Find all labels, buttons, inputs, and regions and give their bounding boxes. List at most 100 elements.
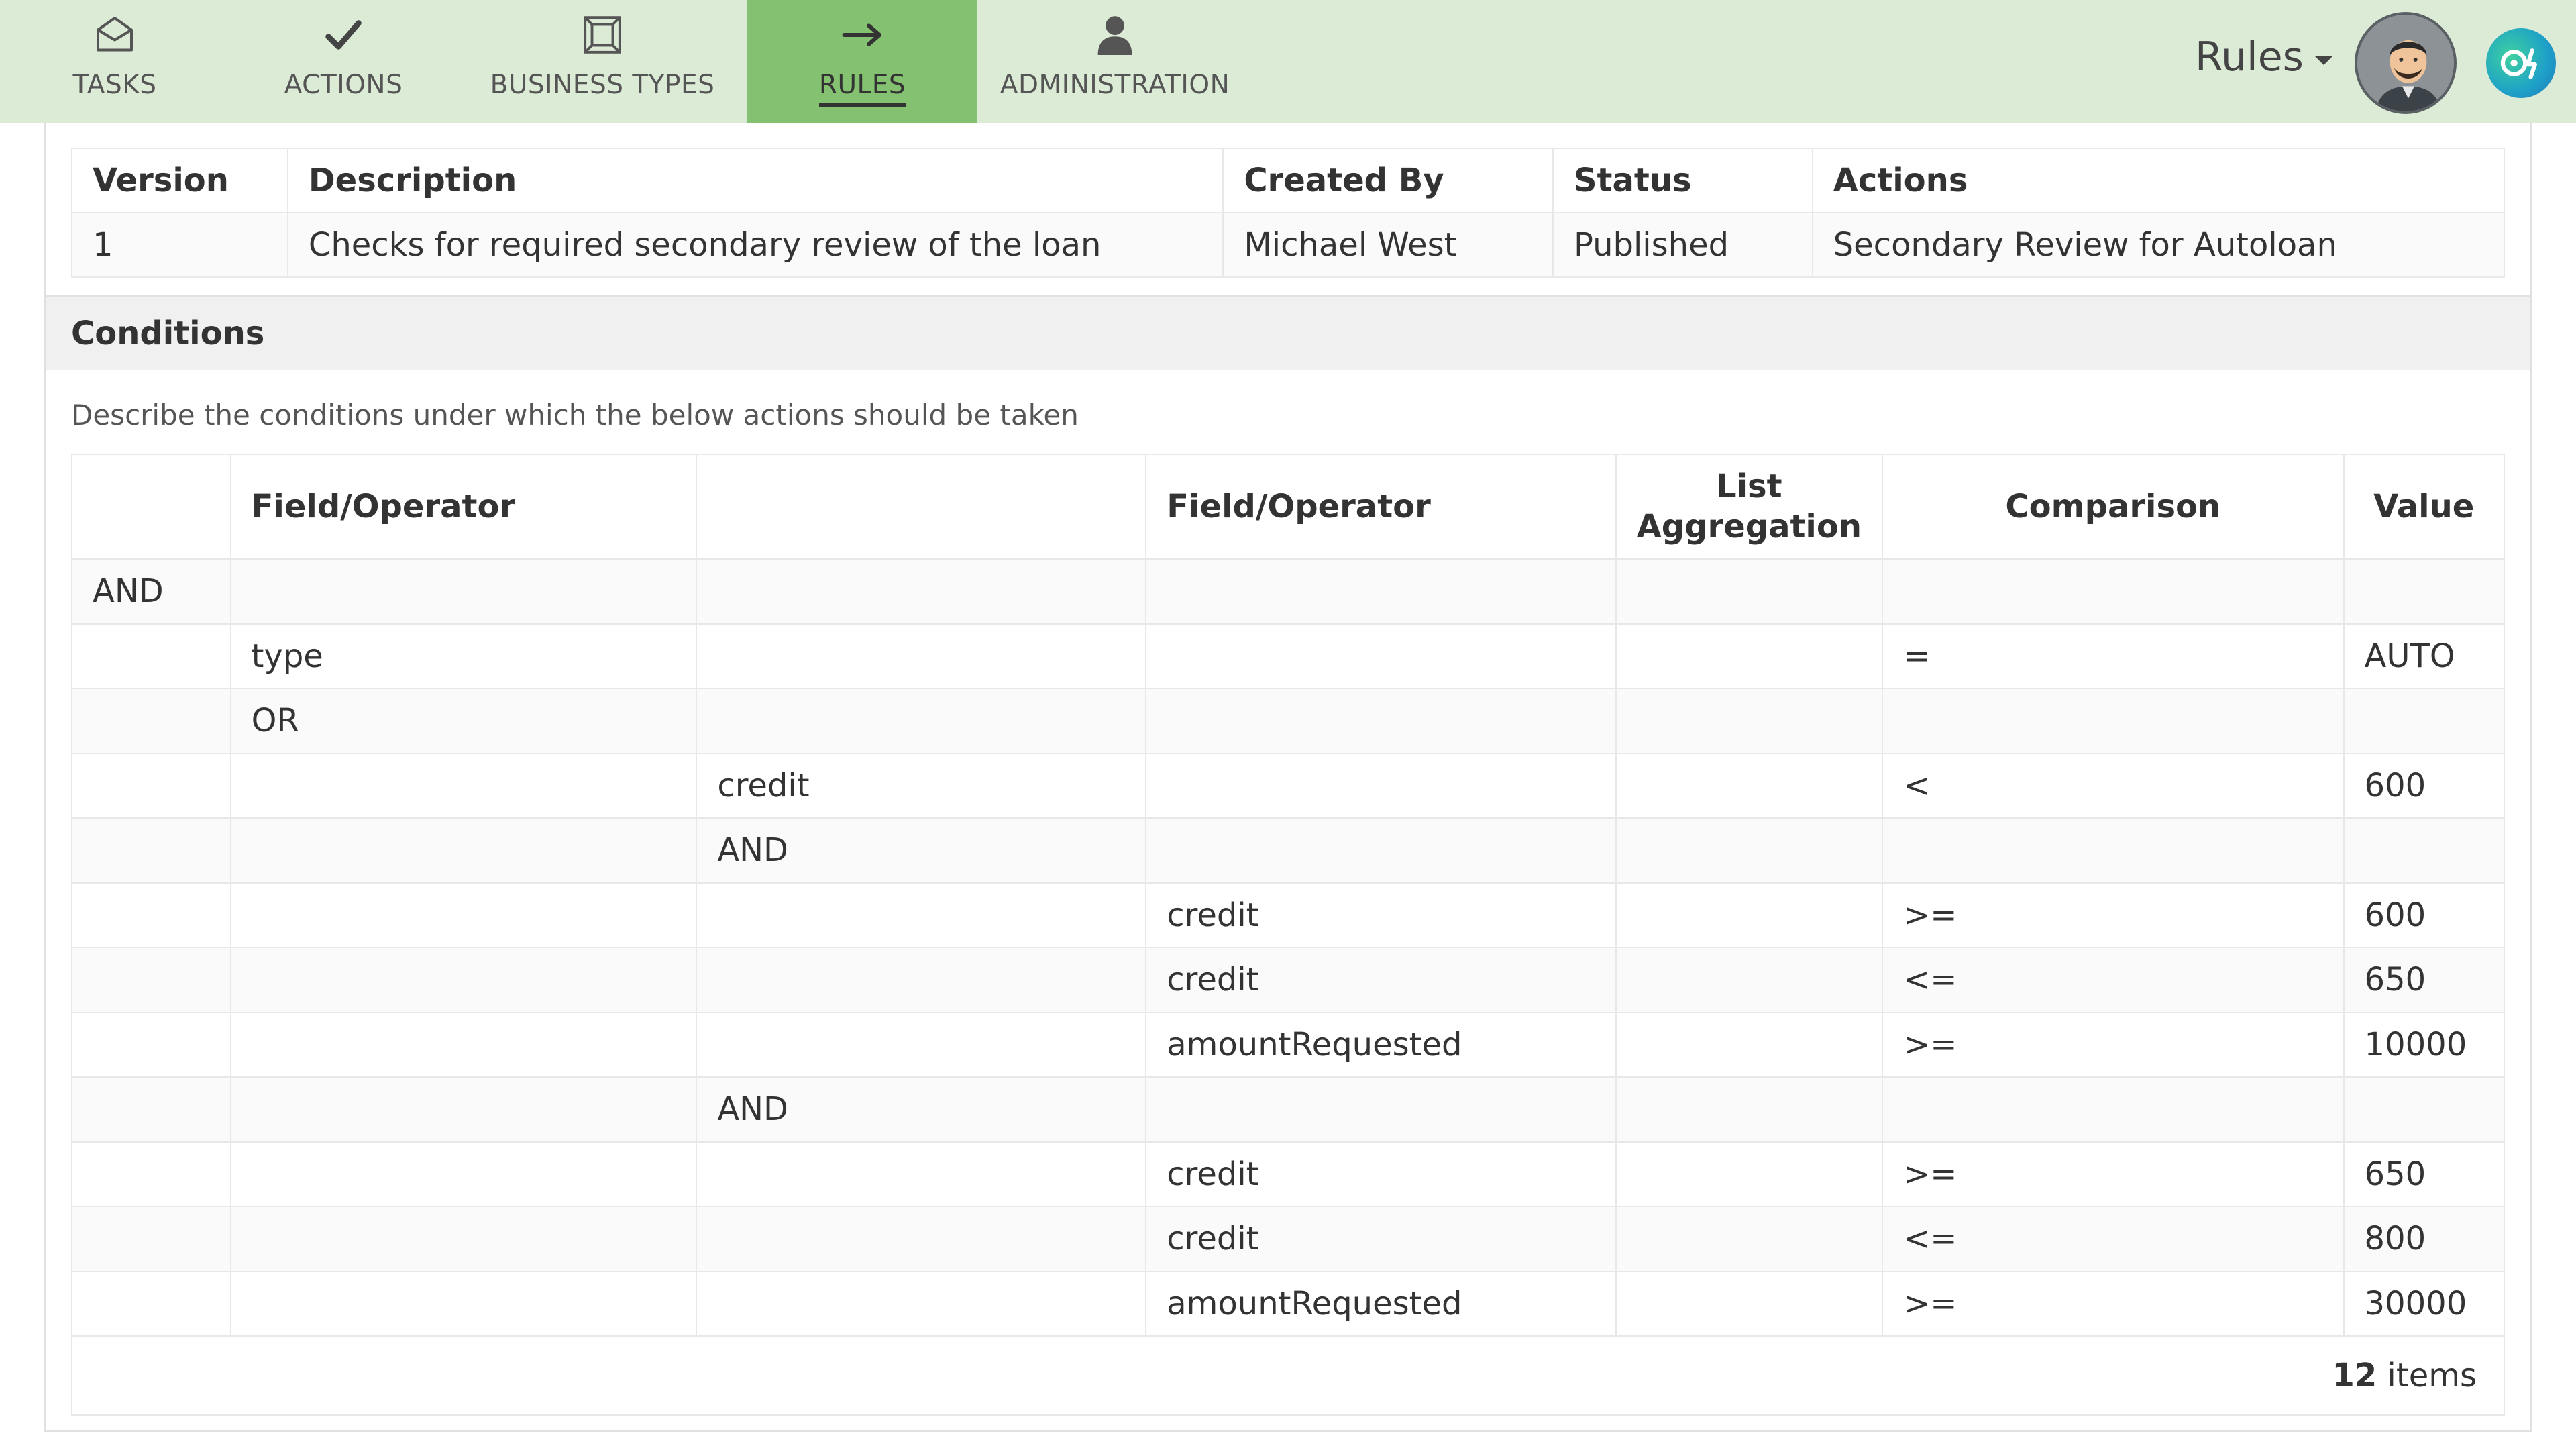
conditions-section-title: Conditions — [46, 295, 2530, 370]
created-by-cell: Michael West — [1222, 212, 1554, 278]
table-row[interactable]: AND — [71, 1076, 2506, 1143]
comparison-cell: >= — [1882, 1011, 2345, 1078]
conditions-table: Field/Operator Field/Operator List Aggre… — [71, 454, 2506, 1416]
comparison-cell: >= — [1882, 1141, 2345, 1207]
item-count: 12 items — [71, 1335, 2505, 1416]
table-row[interactable]: OR — [71, 688, 2506, 754]
field-operator-cell: credit — [1145, 882, 1617, 948]
value-cell: 10000 — [2343, 1011, 2506, 1078]
comparison-cell: >= — [1882, 1270, 2345, 1337]
table-row[interactable]: credit <= 650 — [71, 947, 2506, 1013]
nav-tab-administration[interactable]: ADMINISTRATION — [977, 0, 1252, 123]
version-table-header-row: Version Description Created By Status Ac… — [71, 148, 2506, 213]
operator-cell — [71, 817, 231, 884]
operator-cell — [71, 1206, 231, 1272]
nested-cell — [696, 558, 1147, 625]
nav-tab-tasks[interactable]: TASKS — [0, 0, 229, 123]
nested-cell — [696, 688, 1147, 754]
checkmark-icon — [322, 13, 365, 56]
value-cell — [2343, 1076, 2506, 1143]
nested-cell — [696, 947, 1147, 1013]
table-row[interactable]: credit >= 650 — [71, 1141, 2506, 1207]
field-operator-cell — [229, 947, 698, 1013]
operator-cell — [71, 947, 231, 1013]
frame-icon — [581, 13, 624, 56]
rules-dropdown-label: Rules — [2195, 34, 2304, 81]
field-operator-cell — [1145, 1076, 1617, 1143]
value-cell: 650 — [2343, 947, 2506, 1013]
operator-cell — [71, 752, 231, 819]
field-operator-cell — [229, 752, 698, 819]
list-aggregation-cell — [1615, 1141, 1884, 1207]
nested-cell — [696, 623, 1147, 689]
column-header-list-aggregation: List Aggregation — [1615, 454, 1884, 560]
field-operator-cell — [1145, 817, 1617, 884]
value-cell: 600 — [2343, 882, 2506, 948]
nested-cell — [696, 882, 1147, 948]
field-operator-cell — [229, 1270, 698, 1337]
actions-cell: Secondary Review for Autoloan — [1811, 212, 2506, 278]
nav-tab-label: TASKS — [72, 70, 157, 100]
list-aggregation-cell — [1615, 558, 1884, 625]
nav-tab-rules[interactable]: RULES — [747, 0, 977, 123]
table-row[interactable]: amountRequested >= 30000 — [71, 1270, 2506, 1337]
field-operator-cell — [229, 817, 698, 884]
nested-cell: credit — [696, 752, 1147, 819]
item-count-unit: items — [2387, 1357, 2477, 1394]
nav-tab-label: BUSINESS TYPES — [490, 70, 715, 100]
list-aggregation-cell — [1615, 817, 1884, 884]
field-operator-cell — [229, 1076, 698, 1143]
list-aggregation-cell — [1615, 882, 1884, 948]
value-cell: 800 — [2343, 1206, 2506, 1272]
field-operator-cell — [229, 558, 698, 625]
nested-cell: AND — [696, 1076, 1147, 1143]
rules-dropdown[interactable]: Rules — [2195, 34, 2333, 81]
nav-tab-label: ADMINISTRATION — [1000, 70, 1230, 100]
user-icon — [1093, 13, 1136, 56]
table-row[interactable]: amountRequested >= 10000 — [71, 1011, 2506, 1078]
field-operator-cell — [1145, 558, 1617, 625]
operator-cell — [71, 688, 231, 754]
field-operator-cell — [229, 882, 698, 948]
list-aggregation-cell — [1615, 1076, 1884, 1143]
column-header-version: Version — [71, 148, 288, 213]
value-cell: 650 — [2343, 1141, 2506, 1207]
nested-cell — [696, 1011, 1147, 1078]
extension-icon[interactable] — [2486, 28, 2556, 98]
nav-tab-business-types[interactable]: BUSINESS TYPES — [458, 0, 747, 123]
comparison-cell: <= — [1882, 947, 2345, 1013]
comparison-cell — [1882, 817, 2345, 884]
value-cell — [2343, 817, 2506, 884]
operator-cell — [71, 1270, 231, 1337]
list-aggregation-cell — [1615, 947, 1884, 1013]
main-nav: TASKS ACTIONS BUSINESS TYPES RULES ADMIN… — [0, 0, 1252, 123]
field-operator-cell — [1145, 623, 1617, 689]
nav-tab-actions[interactable]: ACTIONS — [229, 0, 458, 123]
table-row[interactable]: credit <= 800 — [71, 1206, 2506, 1272]
table-row[interactable]: type = AUTO — [71, 623, 2506, 689]
table-row[interactable]: AND — [71, 817, 2506, 884]
value-cell — [2343, 688, 2506, 754]
item-count-number: 12 — [2332, 1357, 2377, 1394]
inbox-icon — [93, 13, 136, 56]
arrow-right-icon — [841, 13, 884, 56]
table-row[interactable]: credit <600 — [71, 752, 2506, 819]
field-operator-cell: credit — [1145, 1206, 1617, 1272]
field-operator-cell: credit — [1145, 1141, 1617, 1207]
field-operator-cell — [1145, 688, 1617, 754]
nested-cell — [696, 1270, 1147, 1337]
version-table: Version Description Created By Status Ac… — [71, 148, 2506, 278]
field-operator-cell — [229, 1206, 698, 1272]
table-row[interactable]: credit >= 600 — [71, 882, 2506, 948]
table-row[interactable]: AND — [71, 558, 2506, 625]
field-operator-cell: amountRequested — [1145, 1011, 1617, 1078]
list-aggregation-cell — [1615, 1011, 1884, 1078]
avatar[interactable] — [2355, 12, 2457, 114]
conditions-table-body: AND type = AUTO OR credit <600 AND credit >= 600 cr… — [71, 558, 2506, 1337]
operator-cell: AND — [71, 558, 231, 625]
column-header-created-by: Created By — [1222, 148, 1554, 213]
column-header-status: Status — [1552, 148, 1813, 213]
column-header-nested — [696, 454, 1147, 560]
comparison-cell: < — [1882, 752, 2345, 819]
comparison-cell — [1882, 558, 2345, 625]
